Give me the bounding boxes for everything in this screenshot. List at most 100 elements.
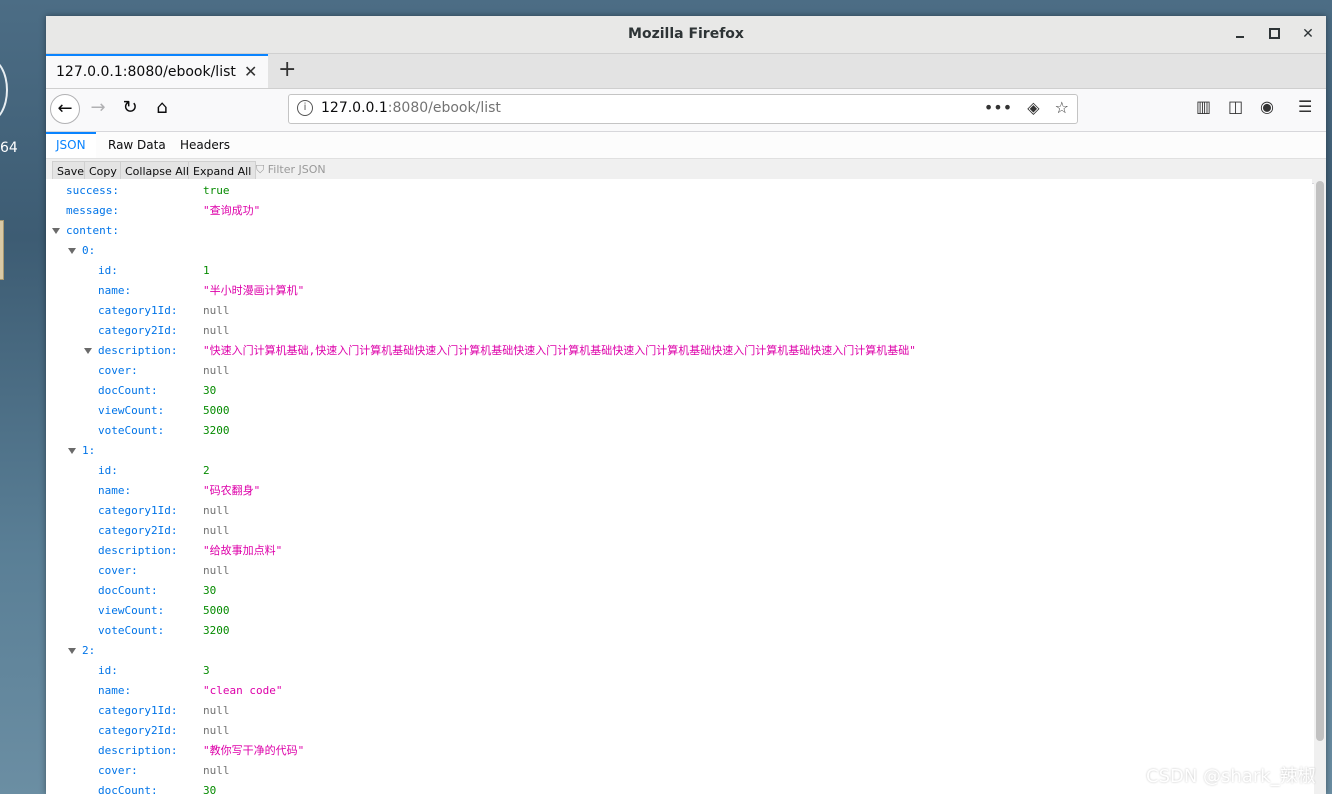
account-icon[interactable]: ◉ <box>1260 97 1274 116</box>
json-key: content: <box>66 224 119 237</box>
expand-toggle-icon[interactable] <box>68 648 76 654</box>
tab-close-icon[interactable]: ✕ <box>244 62 257 81</box>
tab-bar: 127.0.0.1:8080/ebook/list ✕ + <box>46 54 1326 89</box>
json-value: "码农翻身" <box>203 484 261 497</box>
json-row[interactable]: description: "给故事加点料" <box>46 541 1312 561</box>
json-row[interactable]: id: 3 <box>46 661 1312 681</box>
json-row[interactable]: viewCount: 5000 <box>46 401 1312 421</box>
info-icon[interactable]: i <box>297 100 313 116</box>
pocket-icon[interactable]: ◈ <box>1027 98 1039 117</box>
scrollbar[interactable] <box>1314 179 1326 794</box>
json-key: category2Id: <box>98 724 178 737</box>
json-value: null <box>203 564 230 577</box>
json-value: 30 <box>203 784 217 794</box>
json-row[interactable]: category2Id: null <box>46 521 1312 541</box>
desktop-label: 64 <box>0 140 18 156</box>
json-value: 5000 <box>203 404 230 417</box>
json-key: name: <box>98 484 132 497</box>
filter-json-input[interactable]: ⛉ Filter JSON <box>256 163 326 177</box>
json-value: null <box>203 504 230 517</box>
maximize-button[interactable] <box>1266 26 1282 42</box>
json-row[interactable]: category1Id: null <box>46 701 1312 721</box>
json-row[interactable]: description: "快速入门计算机基础,快速入门计算机基础快速入门计算机基… <box>46 341 1312 361</box>
json-key: id: <box>98 664 118 677</box>
maximize-icon <box>1268 28 1280 39</box>
json-key: cover: <box>98 564 138 577</box>
json-key: name: <box>98 684 132 697</box>
desktop-background: 64 <box>0 0 46 794</box>
json-row[interactable]: docCount: 30 <box>46 781 1312 794</box>
filter-icon: ⛉ <box>256 163 268 176</box>
json-row[interactable]: message: "查询成功" <box>46 201 1312 221</box>
json-row[interactable]: name: "clean code" <box>46 681 1312 701</box>
minimize-button[interactable] <box>1232 26 1248 42</box>
json-row[interactable]: category2Id: null <box>46 321 1312 341</box>
json-row[interactable]: voteCount: 3200 <box>46 421 1312 441</box>
json-key: description: <box>98 744 178 757</box>
menu-icon[interactable]: ☰ <box>1298 97 1312 116</box>
json-row[interactable]: id: 1 <box>46 261 1312 281</box>
close-window-button[interactable]: ✕ <box>1300 26 1316 42</box>
watermark: CSDN @shark_辣椒 <box>1146 766 1316 787</box>
bookmark-star-icon[interactable]: ☆ <box>1055 98 1069 117</box>
json-row[interactable]: name: "码农翻身" <box>46 481 1312 501</box>
tab-headers[interactable]: Headers <box>170 132 240 158</box>
json-key: message: <box>66 204 119 217</box>
json-row[interactable]: viewCount: 5000 <box>46 601 1312 621</box>
json-row[interactable]: id: 2 <box>46 461 1312 481</box>
json-value: 2 <box>203 464 210 477</box>
sidebar-icon[interactable]: ◫ <box>1228 97 1243 116</box>
copy-button[interactable]: Copy <box>84 161 122 181</box>
json-row[interactable]: category1Id: null <box>46 301 1312 321</box>
json-key: description: <box>98 544 178 557</box>
tab-json[interactable]: JSON <box>46 132 96 158</box>
expand-all-button[interactable]: Expand All <box>188 161 257 181</box>
more-actions-icon[interactable]: ••• <box>984 98 1012 117</box>
reload-button[interactable]: ↻ <box>118 97 142 118</box>
json-row[interactable]: cover: null <box>46 761 1312 781</box>
json-row[interactable]: docCount: 30 <box>46 581 1312 601</box>
expand-toggle-icon[interactable] <box>84 348 92 354</box>
desktop-icon-circle <box>0 58 8 122</box>
new-tab-button[interactable]: + <box>278 58 296 82</box>
json-row[interactable]: cover: null <box>46 561 1312 581</box>
json-row[interactable]: name: "半小时漫画计算机" <box>46 281 1312 301</box>
json-row[interactable]: category2Id: null <box>46 721 1312 741</box>
tab-ebook-list[interactable]: 127.0.0.1:8080/ebook/list ✕ <box>46 54 268 88</box>
json-value: "快速入门计算机基础,快速入门计算机基础快速入门计算机基础快速入门计算机基础快速… <box>203 344 916 357</box>
expand-toggle-icon[interactable] <box>68 248 76 254</box>
minimize-icon <box>1236 36 1244 38</box>
url-text[interactable]: 127.0.0.1:8080/ebook/list <box>321 100 501 116</box>
json-row[interactable]: category1Id: null <box>46 501 1312 521</box>
json-value: "教你写干净的代码" <box>203 744 305 757</box>
url-bar[interactable]: i 127.0.0.1:8080/ebook/list ••• ◈ ☆ <box>288 94 1078 124</box>
home-icon: ⌂ <box>156 97 168 118</box>
collapse-all-button[interactable]: Collapse All <box>120 161 194 181</box>
json-key: id: <box>98 464 118 477</box>
json-value: 5000 <box>203 604 230 617</box>
json-row[interactable]: success: true <box>46 181 1312 201</box>
library-icon[interactable]: ▥ <box>1196 97 1211 116</box>
scrollbar-thumb[interactable] <box>1316 181 1324 741</box>
json-key: docCount: <box>98 784 158 794</box>
json-row[interactable]: description: "教你写干净的代码" <box>46 741 1312 761</box>
json-row[interactable]: voteCount: 3200 <box>46 621 1312 641</box>
json-row[interactable]: content: <box>46 221 1312 241</box>
json-value: 3200 <box>203 624 230 637</box>
json-row[interactable]: cover: null <box>46 361 1312 381</box>
desktop-tile <box>0 220 4 280</box>
tab-raw-data[interactable]: Raw Data <box>98 132 176 158</box>
json-value: 3200 <box>203 424 230 437</box>
expand-toggle-icon[interactable] <box>52 228 60 234</box>
json-value: "查询成功" <box>203 204 261 217</box>
back-button[interactable]: ← <box>50 94 80 124</box>
json-row[interactable]: 1: <box>46 441 1312 461</box>
forward-button[interactable]: → <box>86 97 110 118</box>
json-key: category2Id: <box>98 524 178 537</box>
json-row[interactable]: 2: <box>46 641 1312 661</box>
json-row[interactable]: docCount: 30 <box>46 381 1312 401</box>
json-row[interactable]: 0: <box>46 241 1312 261</box>
home-button[interactable]: ⌂ <box>150 97 174 118</box>
json-tree: success: true message: "查询成功" content: 0: id: 1… <box>46 179 1312 794</box>
expand-toggle-icon[interactable] <box>68 448 76 454</box>
